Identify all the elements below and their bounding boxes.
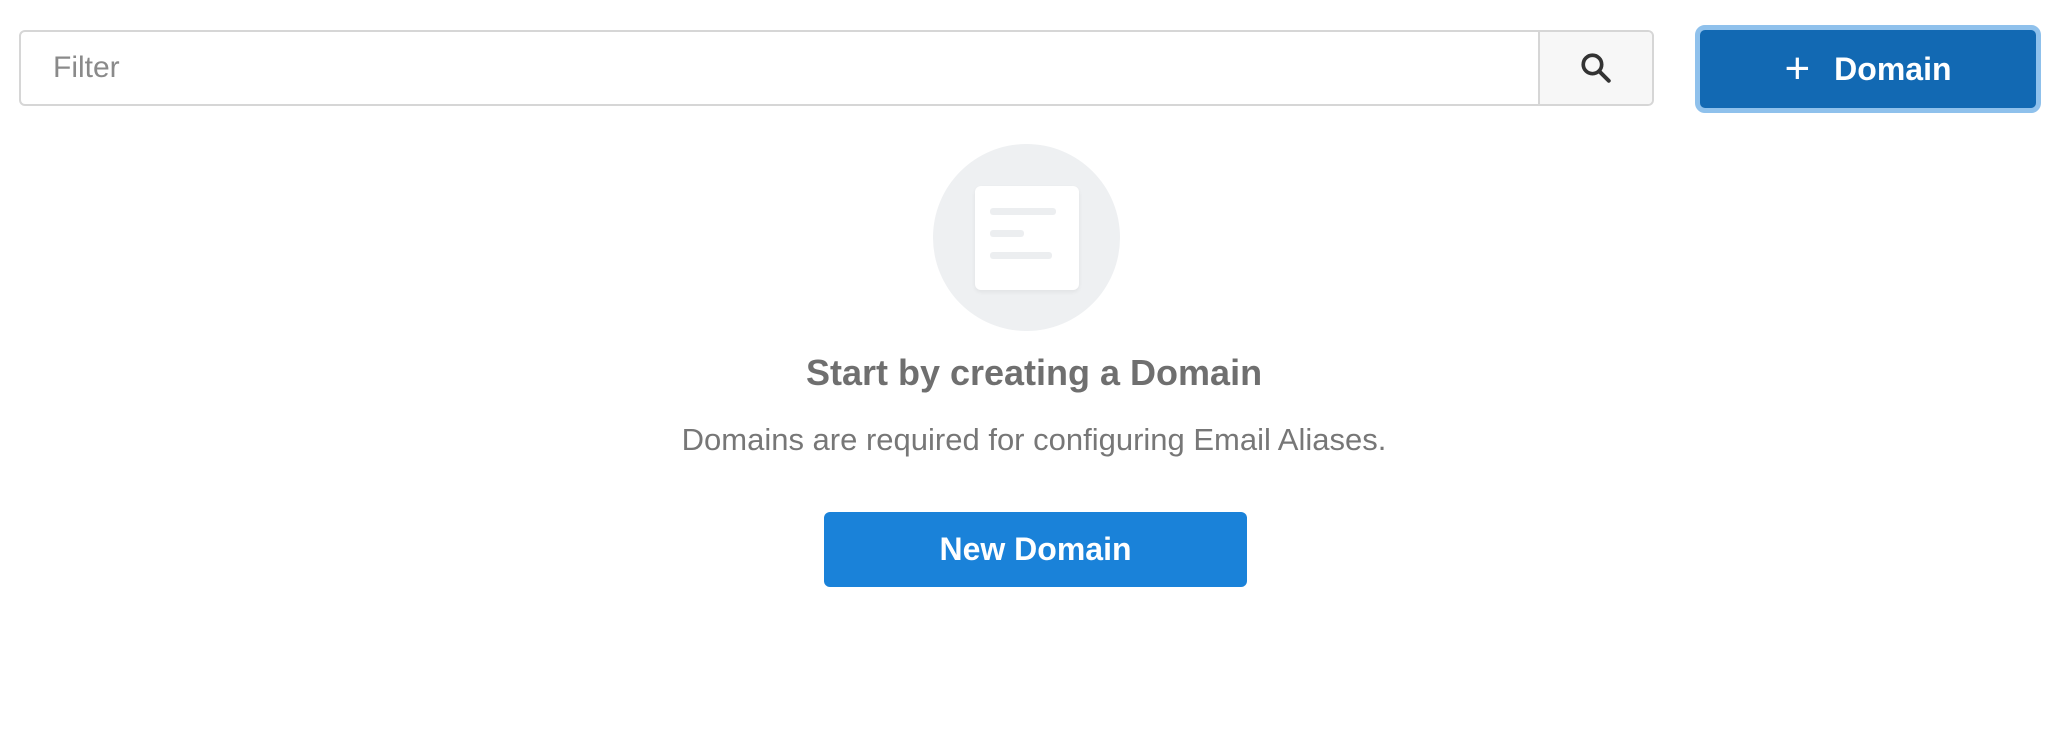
document-line	[990, 252, 1052, 259]
document-icon	[975, 186, 1079, 290]
empty-state-description: Domains are required for configuring Ema…	[681, 422, 1387, 457]
filter-input[interactable]	[21, 32, 1538, 104]
add-domain-button[interactable]: + Domain	[1695, 25, 2041, 113]
plus-icon: +	[1784, 44, 1811, 93]
search-icon	[1581, 53, 1611, 83]
empty-state-title: Start by creating a Domain	[805, 352, 1263, 393]
new-domain-button[interactable]: New Domain	[824, 512, 1247, 587]
empty-state-illustration	[933, 144, 1120, 331]
filter-search-group	[19, 30, 1654, 106]
search-button[interactable]	[1538, 32, 1652, 104]
document-line	[990, 230, 1024, 237]
add-domain-label: Domain	[1834, 50, 1952, 87]
domains-page: + Domain Start by creating a Domain Doma…	[0, 0, 2068, 744]
document-line	[990, 208, 1056, 215]
